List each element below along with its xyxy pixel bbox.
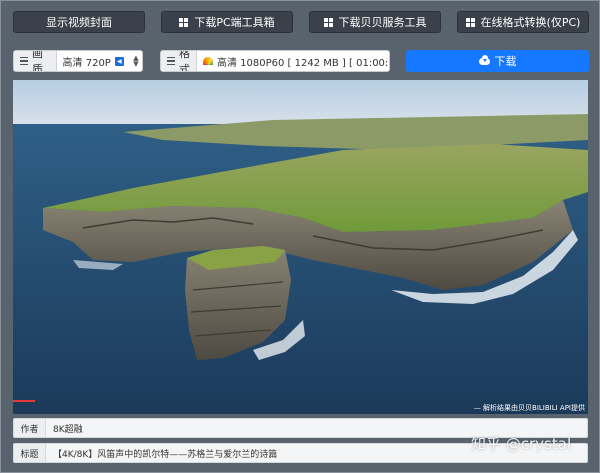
format-label: 格式 [179,50,190,72]
download-service-tool-label: 下载贝贝服务工具 [338,16,427,29]
download-pc-tool-label: 下载PC端工具箱 [194,16,275,29]
quality-label: 画质 [32,50,43,72]
format-select[interactable]: 格式 高清 1080P60 [ 1242 MB ] [ 01:00:57 ] ▲… [160,50,390,72]
format-value: 高清 1080P60 [ 1242 MB ] [ 01:00:57 ] [217,57,390,69]
top-toolbar: 显示视频封面 下载PC端工具箱 下载贝贝服务工具 在线格式转换(仅PC) [13,11,589,33]
windows-icon [179,17,189,27]
list-icon [167,56,175,66]
download-service-tool-button[interactable]: 下载贝贝服务工具 [309,11,441,33]
list-icon [20,56,28,66]
quality-value: 高清 720P [62,57,111,69]
online-convert-label: 在线格式转换(仅PC) [480,16,581,29]
app-frame: 显示视频封面 下载PC端工具箱 下载贝贝服务工具 在线格式转换(仅PC) 画质 … [0,0,600,473]
title-value: 【4K/8K】风笛声中的凯尔特——苏格兰与爱尔兰的诗篇 [53,449,278,460]
windows-icon [323,17,333,27]
online-convert-button[interactable]: 在线格式转换(仅PC) [457,11,589,33]
zhihu-watermark: 知乎 @crystal [471,435,572,453]
windows-icon [465,17,475,27]
format-addon: 格式 [161,51,197,71]
format-value-box: 高清 1080P60 [ 1242 MB ] [ 01:00:57 ] [197,54,390,69]
show-cover-button[interactable]: 显示视频封面 [13,11,145,33]
rainbow-icon [203,57,213,65]
quality-select[interactable]: 画质 高清 720P ◀ ▲ ▼ [13,50,143,72]
play-badge-icon: ◀ [114,56,124,66]
playback-progress [13,400,35,402]
video-frame-landscape [13,80,588,414]
author-value: 8K超融 [53,424,83,435]
chevron-updown-icon: ▲ ▼ [133,54,139,68]
download-label: 下载 [494,55,517,68]
selector-row: 画质 高清 720P ◀ ▲ ▼ 格式 高清 1080P60 [ 1242 MB … [13,50,589,72]
title-label: 标题 [14,444,46,462]
api-credit: — 解析结果由贝贝BILIBILI API提供 [473,404,585,412]
download-pc-tool-button[interactable]: 下载PC端工具箱 [161,11,293,33]
quality-addon: 画质 [14,51,57,71]
cloud-download-icon [478,54,490,65]
download-button[interactable]: 下载 [406,50,589,72]
author-label: 作者 [14,419,46,437]
video-player[interactable] [13,80,588,414]
quality-value-box: 高清 720P ◀ [57,54,130,69]
show-cover-label: 显示视频封面 [46,16,112,29]
